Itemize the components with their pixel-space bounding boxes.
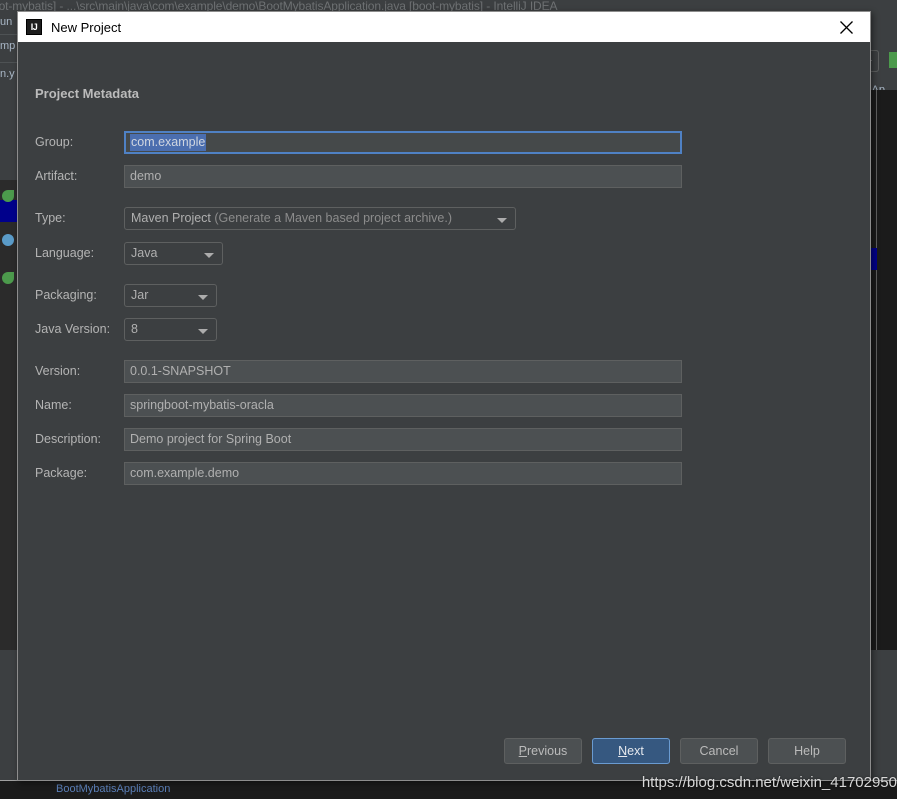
version-input[interactable]: 0.0.1-SNAPSHOT bbox=[124, 360, 682, 383]
close-icon[interactable] bbox=[830, 12, 862, 42]
chevron-down-icon bbox=[204, 253, 214, 258]
ide-bottom-code-fragment: BootMybatisApplication bbox=[56, 783, 171, 795]
leaf-icon bbox=[2, 272, 14, 284]
java-version-dropdown[interactable]: 8 bbox=[124, 318, 217, 341]
packaging-label: Packaging: bbox=[35, 288, 97, 302]
package-input[interactable]: com.example.demo bbox=[124, 462, 682, 485]
type-value: Maven Project bbox=[131, 211, 211, 225]
name-input[interactable]: springboot-mybatis-oracla bbox=[124, 394, 682, 417]
tree-fragment-0: un bbox=[0, 16, 13, 28]
previous-button-label: revious bbox=[527, 744, 568, 758]
next-button-label: ext bbox=[627, 744, 644, 758]
description-label: Description: bbox=[35, 432, 101, 446]
name-label: Name: bbox=[35, 398, 72, 412]
dialog-button-bar: Previous Next Cancel Help bbox=[18, 722, 870, 780]
chevron-down-icon bbox=[198, 295, 208, 300]
type-dropdown[interactable]: Maven Project (Generate a Maven based pr… bbox=[124, 207, 516, 230]
tree-divider bbox=[0, 62, 18, 63]
ide-left-selection-highlight bbox=[0, 200, 18, 222]
packaging-dropdown[interactable]: Jar bbox=[124, 284, 217, 307]
chevron-down-icon bbox=[198, 329, 208, 334]
next-button-mnemonic: N bbox=[618, 744, 628, 758]
package-label: Package: bbox=[35, 466, 88, 480]
java-version-label: Java Version: bbox=[35, 322, 111, 336]
java-version-value: 8 bbox=[131, 322, 138, 336]
description-input[interactable]: Demo project for Spring Boot bbox=[124, 428, 682, 451]
dialog-title-bar: IJ New Project bbox=[18, 12, 870, 42]
previous-button[interactable]: Previous bbox=[504, 738, 582, 764]
intellij-idea-icon: IJ bbox=[26, 19, 42, 35]
run-icon[interactable] bbox=[889, 52, 897, 68]
artifact-input[interactable]: demo bbox=[124, 165, 682, 188]
ide-editor-gutter-line bbox=[876, 90, 877, 650]
tree-fragment-1: mp bbox=[0, 40, 16, 52]
ide-left-editor-sliver bbox=[0, 180, 18, 650]
type-hint: (Generate a Maven based project archive.… bbox=[214, 211, 453, 225]
chevron-down-icon bbox=[497, 218, 507, 223]
app-icon-label: IJ bbox=[30, 21, 38, 32]
section-title: Project Metadata bbox=[35, 86, 140, 101]
language-dropdown[interactable]: Java bbox=[124, 242, 223, 265]
cancel-button-label: Cancel bbox=[699, 744, 739, 758]
dialog-content: Project Metadata Group: com.example Arti… bbox=[18, 42, 870, 780]
previous-button-mnemonic: P bbox=[518, 744, 528, 758]
language-value: Java bbox=[131, 246, 158, 260]
type-label: Type: bbox=[35, 211, 66, 225]
leaf-icon bbox=[2, 190, 14, 202]
group-input[interactable]: com.example bbox=[124, 131, 682, 154]
version-label: Version: bbox=[35, 364, 81, 378]
tree-fragment-2: n.y bbox=[0, 68, 15, 80]
group-input-value: com.example bbox=[130, 134, 207, 151]
group-label: Group: bbox=[35, 135, 74, 149]
tree-divider bbox=[0, 34, 18, 35]
help-button[interactable]: Help bbox=[768, 738, 846, 764]
packaging-value: Jar bbox=[131, 288, 149, 302]
language-label: Language: bbox=[35, 246, 95, 260]
globe-icon bbox=[2, 234, 14, 246]
dialog-title: New Project bbox=[51, 19, 122, 35]
artifact-label: Artifact: bbox=[35, 169, 78, 183]
next-button[interactable]: Next bbox=[592, 738, 670, 764]
watermark-url: https://blog.csdn.net/weixin_41702950 bbox=[641, 774, 897, 791]
cancel-button[interactable]: Cancel bbox=[680, 738, 758, 764]
new-project-dialog: IJ New Project Project Metadata Group: c… bbox=[17, 11, 871, 781]
help-button-label: Help bbox=[794, 744, 820, 758]
